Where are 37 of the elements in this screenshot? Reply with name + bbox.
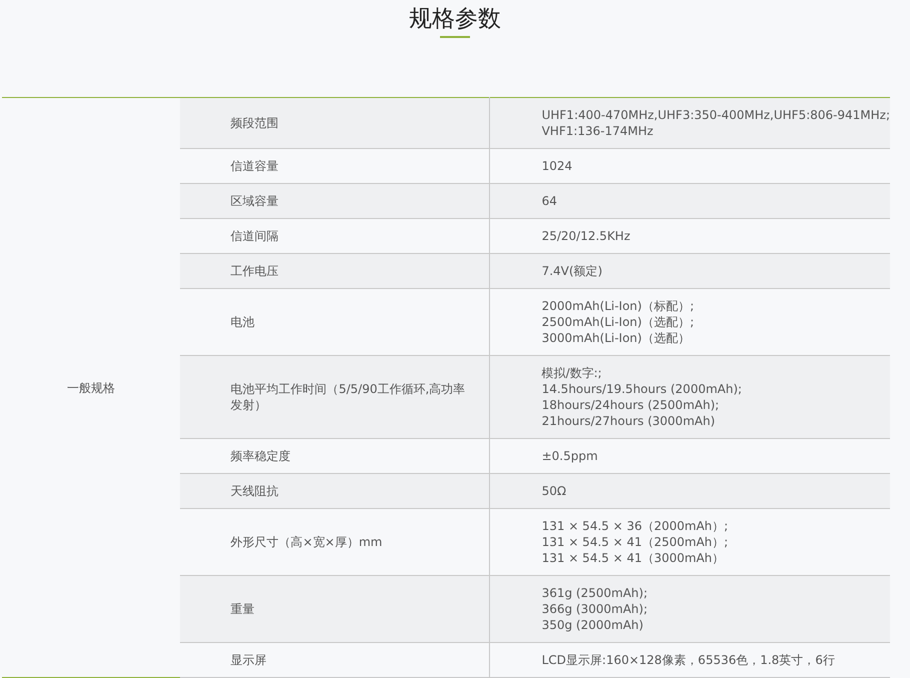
spec-value: 50Ω xyxy=(542,483,566,499)
spec-value: 14.5hours/19.5hours (2000mAh); xyxy=(542,381,742,397)
group-label: 一般规格 xyxy=(67,380,115,394)
spec-label: 信道容量 xyxy=(230,159,279,173)
spec-label: 显示屏 xyxy=(230,653,267,667)
spec-label: 信道间隔 xyxy=(230,229,279,243)
spec-value: 131 × 54.5 × 41（2500mAh）; xyxy=(542,534,728,550)
spec-label: 电池 xyxy=(230,315,255,329)
spec-label: 频段范围 xyxy=(230,116,279,130)
spec-value: 21hours/27hours (3000mAh) xyxy=(542,413,715,429)
spec-value: 2000mAh(Li-Ion)（标配）; xyxy=(542,298,694,314)
spec-value: 18hours/24hours (2500mAh); xyxy=(542,397,720,413)
spec-label: 重量 xyxy=(230,602,255,616)
spec-value: 131 × 54.5 × 41（3000mAh） xyxy=(542,550,724,566)
spec-value: 7.4V(额定) xyxy=(542,263,602,279)
spec-value: 366g (3000mAh); xyxy=(542,601,648,617)
spec-value: 64 xyxy=(542,193,557,209)
spec-value: 350g (2000mAh) xyxy=(542,617,644,633)
spec-value: 模拟/数字:; xyxy=(542,365,602,381)
spec-label: 频率稳定度 xyxy=(230,449,291,463)
section-title: 规格参数 xyxy=(409,5,501,34)
spec-label: 外形尺寸（高×宽×厚）mm xyxy=(230,535,382,549)
spec-value: LCD显示屏:160×128像素，65536色，1.8英寸，6行 xyxy=(542,652,835,668)
spec-value: ±0.5ppm xyxy=(542,448,598,464)
spec-value: 1024 xyxy=(542,158,572,174)
spec-label: 天线阻抗 xyxy=(230,484,279,498)
spec-value: 25/20/12.5KHz xyxy=(542,228,630,244)
spec-label: 工作电压 xyxy=(230,264,279,278)
spec-value: 3000mAh(Li-Ion)（选配） xyxy=(542,330,690,346)
spec-value: 2500mAh(Li-Ion)（选配）; xyxy=(542,314,694,330)
spec-label: 电池平均工作时间（5/5/90工作循环,高功率发射） xyxy=(230,382,466,412)
spec-value: 131 × 54.5 × 36（2000mAh）; xyxy=(542,518,728,534)
spec-label: 区域容量 xyxy=(230,194,279,208)
spec-value: 361g (2500mAh); xyxy=(542,585,648,601)
spec-value: UHF1:400-470MHz,UHF3:350-400MHz,UHF5:806-941MHz; xyxy=(542,107,890,123)
title-underline xyxy=(440,36,470,38)
spec-value: VHF1:136-174MHz xyxy=(542,123,654,139)
